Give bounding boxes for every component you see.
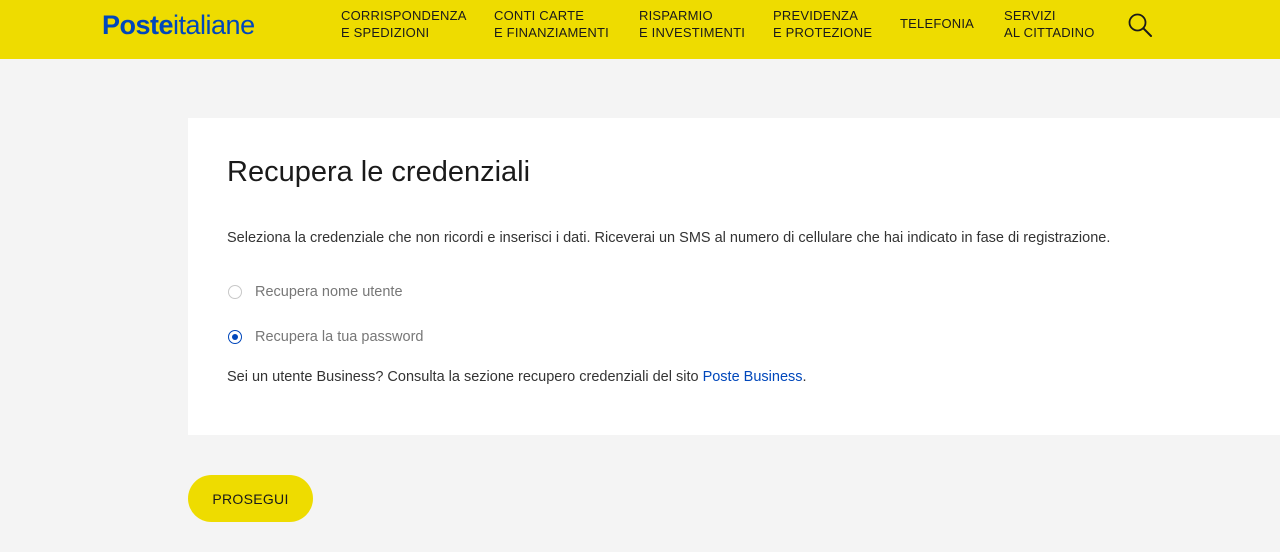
continue-button[interactable]: PROSEGUI <box>188 475 313 522</box>
top-navigation-bar: Posteitaliane CORRISPONDENZA E SPEDIZION… <box>0 0 1280 59</box>
nav-item-conti-carte[interactable]: CONTI CARTE E FINANZIAMENTI <box>494 7 609 41</box>
radio-unchecked-icon[interactable] <box>228 285 242 299</box>
page-title: Recupera le credenziali <box>227 156 531 188</box>
nav-item-previdenza[interactable]: PREVIDENZA E PROTEZIONE <box>773 7 872 41</box>
nav-item-telefonia[interactable]: TELEFONIA <box>900 15 974 32</box>
instructions-text: Seleziona la credenziale che non ricordi… <box>227 230 1111 246</box>
nav-item-servizi[interactable]: SERVIZI AL CITTADINO <box>1004 7 1095 41</box>
option-recover-password[interactable]: Recupera la tua password <box>228 329 423 345</box>
radio-checked-icon[interactable] <box>228 330 242 344</box>
option-label: Recupera nome utente <box>255 284 403 300</box>
option-label: Recupera la tua password <box>255 329 424 345</box>
business-note: Sei un utente Business? Consulta la sezi… <box>227 369 807 385</box>
poste-business-link[interactable]: Poste Business <box>703 369 803 385</box>
search-icon[interactable] <box>1127 12 1153 38</box>
nav-item-risparmio[interactable]: RISPARMIO E INVESTIMENTI <box>639 7 745 41</box>
option-recover-username[interactable]: Recupera nome utente <box>228 284 403 300</box>
nav-item-corrispondenza[interactable]: CORRISPONDENZA E SPEDIZIONI <box>341 7 467 41</box>
poste-italiane-logo[interactable]: Posteitaliane <box>102 10 255 40</box>
